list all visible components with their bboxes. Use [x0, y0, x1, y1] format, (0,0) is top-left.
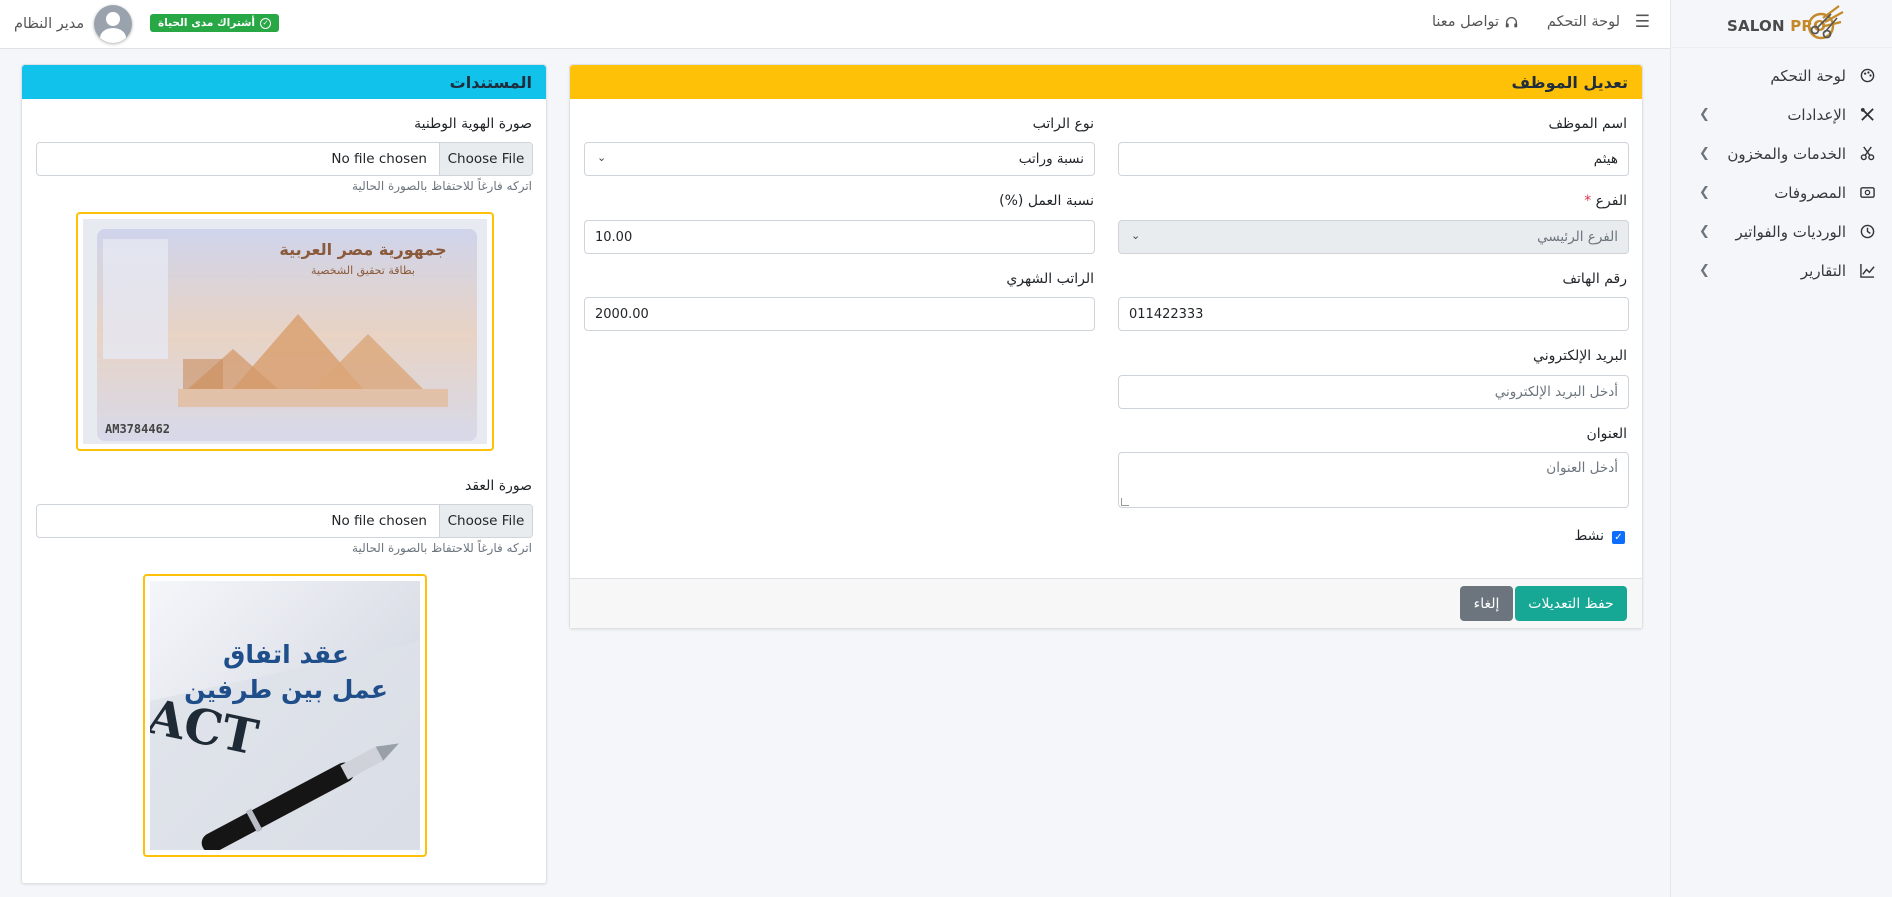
- required-mark: *: [1584, 193, 1592, 209]
- tools-icon: [1858, 106, 1876, 124]
- choose-file-button[interactable]: Choose File: [439, 143, 532, 175]
- branch-select: الفرع الرئيسي ⌄: [1118, 220, 1629, 254]
- subscription-badge: أشتراك مدى الحياة ✓: [150, 14, 280, 32]
- id-card-header-line2: بطاقة تحقيق الشخصية: [311, 264, 415, 278]
- file-status: No file chosen: [331, 513, 427, 529]
- scissors-logo-icon: [1807, 5, 1844, 40]
- active-label: نشط: [1574, 528, 1604, 544]
- contract-image-line1: عقد اتفاق: [223, 640, 349, 669]
- national-id-image: جمهورية مصر العربية بطاقة تحقيق الشخصية …: [76, 212, 494, 451]
- national-id-file-input[interactable]: Choose File No file chosen: [36, 142, 533, 176]
- topbar-contact-link[interactable]: تواصل معنا: [1432, 14, 1518, 30]
- resize-handle[interactable]: [1121, 498, 1129, 506]
- phone-input[interactable]: 011422333: [1118, 297, 1629, 331]
- salary-type-label: نوع الراتب: [1032, 116, 1094, 132]
- branch-label-text: الفرع: [1595, 193, 1627, 209]
- user-menu[interactable]: مدير النظام: [14, 5, 133, 43]
- page-bottom-strip: [0, 886, 1670, 897]
- sidebar-item-expenses[interactable]: المصروفات ❮: [1671, 173, 1892, 212]
- sidebar-item-label: الورديات والفواتير: [1735, 222, 1846, 241]
- documents-title: المستندات: [22, 65, 546, 99]
- sidebar-item-shifts-invoices[interactable]: الورديات والفواتير ❮: [1671, 212, 1892, 251]
- sidebar-item-label: التقارير: [1800, 261, 1846, 280]
- salary-type-value: نسبة وراتب: [1018, 151, 1084, 167]
- contract-image: ACT عقد اتفاق عمل بين طرفين: [143, 574, 427, 857]
- contract-label: صورة العقد: [464, 478, 532, 494]
- contract-image-line2: عمل بين طرفين: [184, 675, 388, 705]
- national-id-label: صورة الهوية الوطنية: [414, 116, 532, 132]
- email-input[interactable]: أدخل البريد الإلكتروني: [1118, 375, 1629, 409]
- chevron-left-icon: ❮: [1699, 263, 1710, 278]
- address-placeholder: أدخل العنوان: [1546, 460, 1618, 476]
- sidebar-item-label: المصروفات: [1774, 183, 1846, 202]
- id-card-header-line1: جمهورية مصر العربية: [279, 240, 446, 259]
- sidebar-item-services-inventory[interactable]: الخدمات والمخزون ❮: [1671, 134, 1892, 173]
- national-id-card-picture: جمهورية مصر العربية بطاقة تحقيق الشخصية …: [97, 229, 477, 441]
- save-button[interactable]: حفظ التعديلات: [1515, 586, 1627, 621]
- documents-card: المستندات صورة الهوية الوطنية Choose Fil…: [21, 64, 547, 884]
- chevron-down-icon: ⌄: [597, 151, 607, 164]
- monthly-salary-label: الراتب الشهري: [1006, 271, 1094, 287]
- email-label: البريد الإلكتروني: [1533, 348, 1627, 364]
- work-percentage-input[interactable]: 10.00: [584, 220, 1095, 254]
- phone-label: رقم الهاتف: [1562, 271, 1627, 287]
- monthly-salary-input[interactable]: 2000.00: [584, 297, 1095, 331]
- choose-file-button[interactable]: Choose File: [439, 505, 532, 537]
- id-card-number: AM3784462: [105, 422, 170, 436]
- edit-employee-title: تعديل الموظف: [570, 65, 1642, 99]
- chevron-left-icon: ❮: [1699, 107, 1710, 122]
- brand[interactable]: SALON PRO: [1671, 0, 1892, 48]
- check-circle-icon: ✓: [260, 17, 272, 29]
- chevron-left-icon: ❮: [1699, 185, 1710, 200]
- address-label: العنوان: [1586, 426, 1627, 442]
- sidebar-item-reports[interactable]: التقارير ❮: [1671, 251, 1892, 290]
- topbar-contact-label: تواصل معنا: [1431, 14, 1499, 30]
- sidebar-nav: لوحة التحكم الإعدادات ❮ الخدمات والمخزون…: [1671, 48, 1892, 290]
- sidebar: SALON PRO لوحة التحكم الإعدادات ❮ الخدما…: [1670, 0, 1892, 897]
- national-id-hint: اتركه فارغاً للاحتفاظ بالصورة الحالية: [352, 179, 532, 193]
- branch-select-value: الفرع الرئيسي: [1537, 229, 1618, 245]
- employee-name-label: اسم الموظف: [1548, 116, 1627, 132]
- card-footer: حفظ التعديلات إلغاء: [570, 578, 1642, 628]
- chart-line-icon: [1858, 262, 1876, 280]
- topbar-dashboard-link[interactable]: لوحة التحكم: [1547, 14, 1620, 30]
- file-status: No file chosen: [331, 151, 427, 167]
- hamburger-menu-icon[interactable]: ☰: [1635, 12, 1650, 32]
- cancel-button[interactable]: إلغاء: [1460, 586, 1513, 621]
- chevron-down-icon: ⌄: [1131, 229, 1141, 242]
- contract-hint: اتركه فارغاً للاحتفاظ بالصورة الحالية: [352, 541, 532, 555]
- sidebar-item-label: لوحة التحكم: [1770, 66, 1846, 85]
- topbar: ☰ لوحة التحكم تواصل معنا أشتراك مدى الحي…: [0, 0, 1670, 49]
- active-checkbox[interactable]: ✓: [1612, 531, 1625, 544]
- sidebar-item-dashboard[interactable]: لوحة التحكم: [1671, 56, 1892, 95]
- work-percentage-label: نسبة العمل (%): [999, 193, 1094, 209]
- sidebar-item-label: الإعدادات: [1787, 105, 1846, 124]
- headset-icon: [1505, 16, 1518, 27]
- clock-icon: [1858, 223, 1876, 241]
- scissors-icon: [1858, 145, 1876, 163]
- palette-icon: [1858, 67, 1876, 85]
- address-textarea[interactable]: أدخل العنوان: [1118, 452, 1629, 508]
- avatar[interactable]: [94, 5, 133, 43]
- chevron-left-icon: ❮: [1699, 224, 1710, 239]
- sidebar-item-label: الخدمات والمخزون: [1727, 144, 1846, 163]
- subscription-badge-label: أشتراك مدى الحياة: [158, 17, 256, 29]
- cash-icon: [1858, 184, 1876, 202]
- edit-employee-card: تعديل الموظف اسم الموظف هيثم الفرع * الف…: [569, 64, 1643, 629]
- branch-label: الفرع *: [1584, 193, 1627, 209]
- contract-file-input[interactable]: Choose File No file chosen: [36, 504, 533, 538]
- employee-name-input[interactable]: هيثم: [1118, 142, 1629, 176]
- sidebar-item-settings[interactable]: الإعدادات ❮: [1671, 95, 1892, 134]
- user-name: مدير النظام: [14, 16, 85, 32]
- contract-picture: ACT عقد اتفاق عمل بين طرفين: [150, 581, 420, 850]
- salary-type-select[interactable]: نسبة وراتب ⌄: [584, 142, 1095, 176]
- chevron-left-icon: ❮: [1699, 146, 1710, 161]
